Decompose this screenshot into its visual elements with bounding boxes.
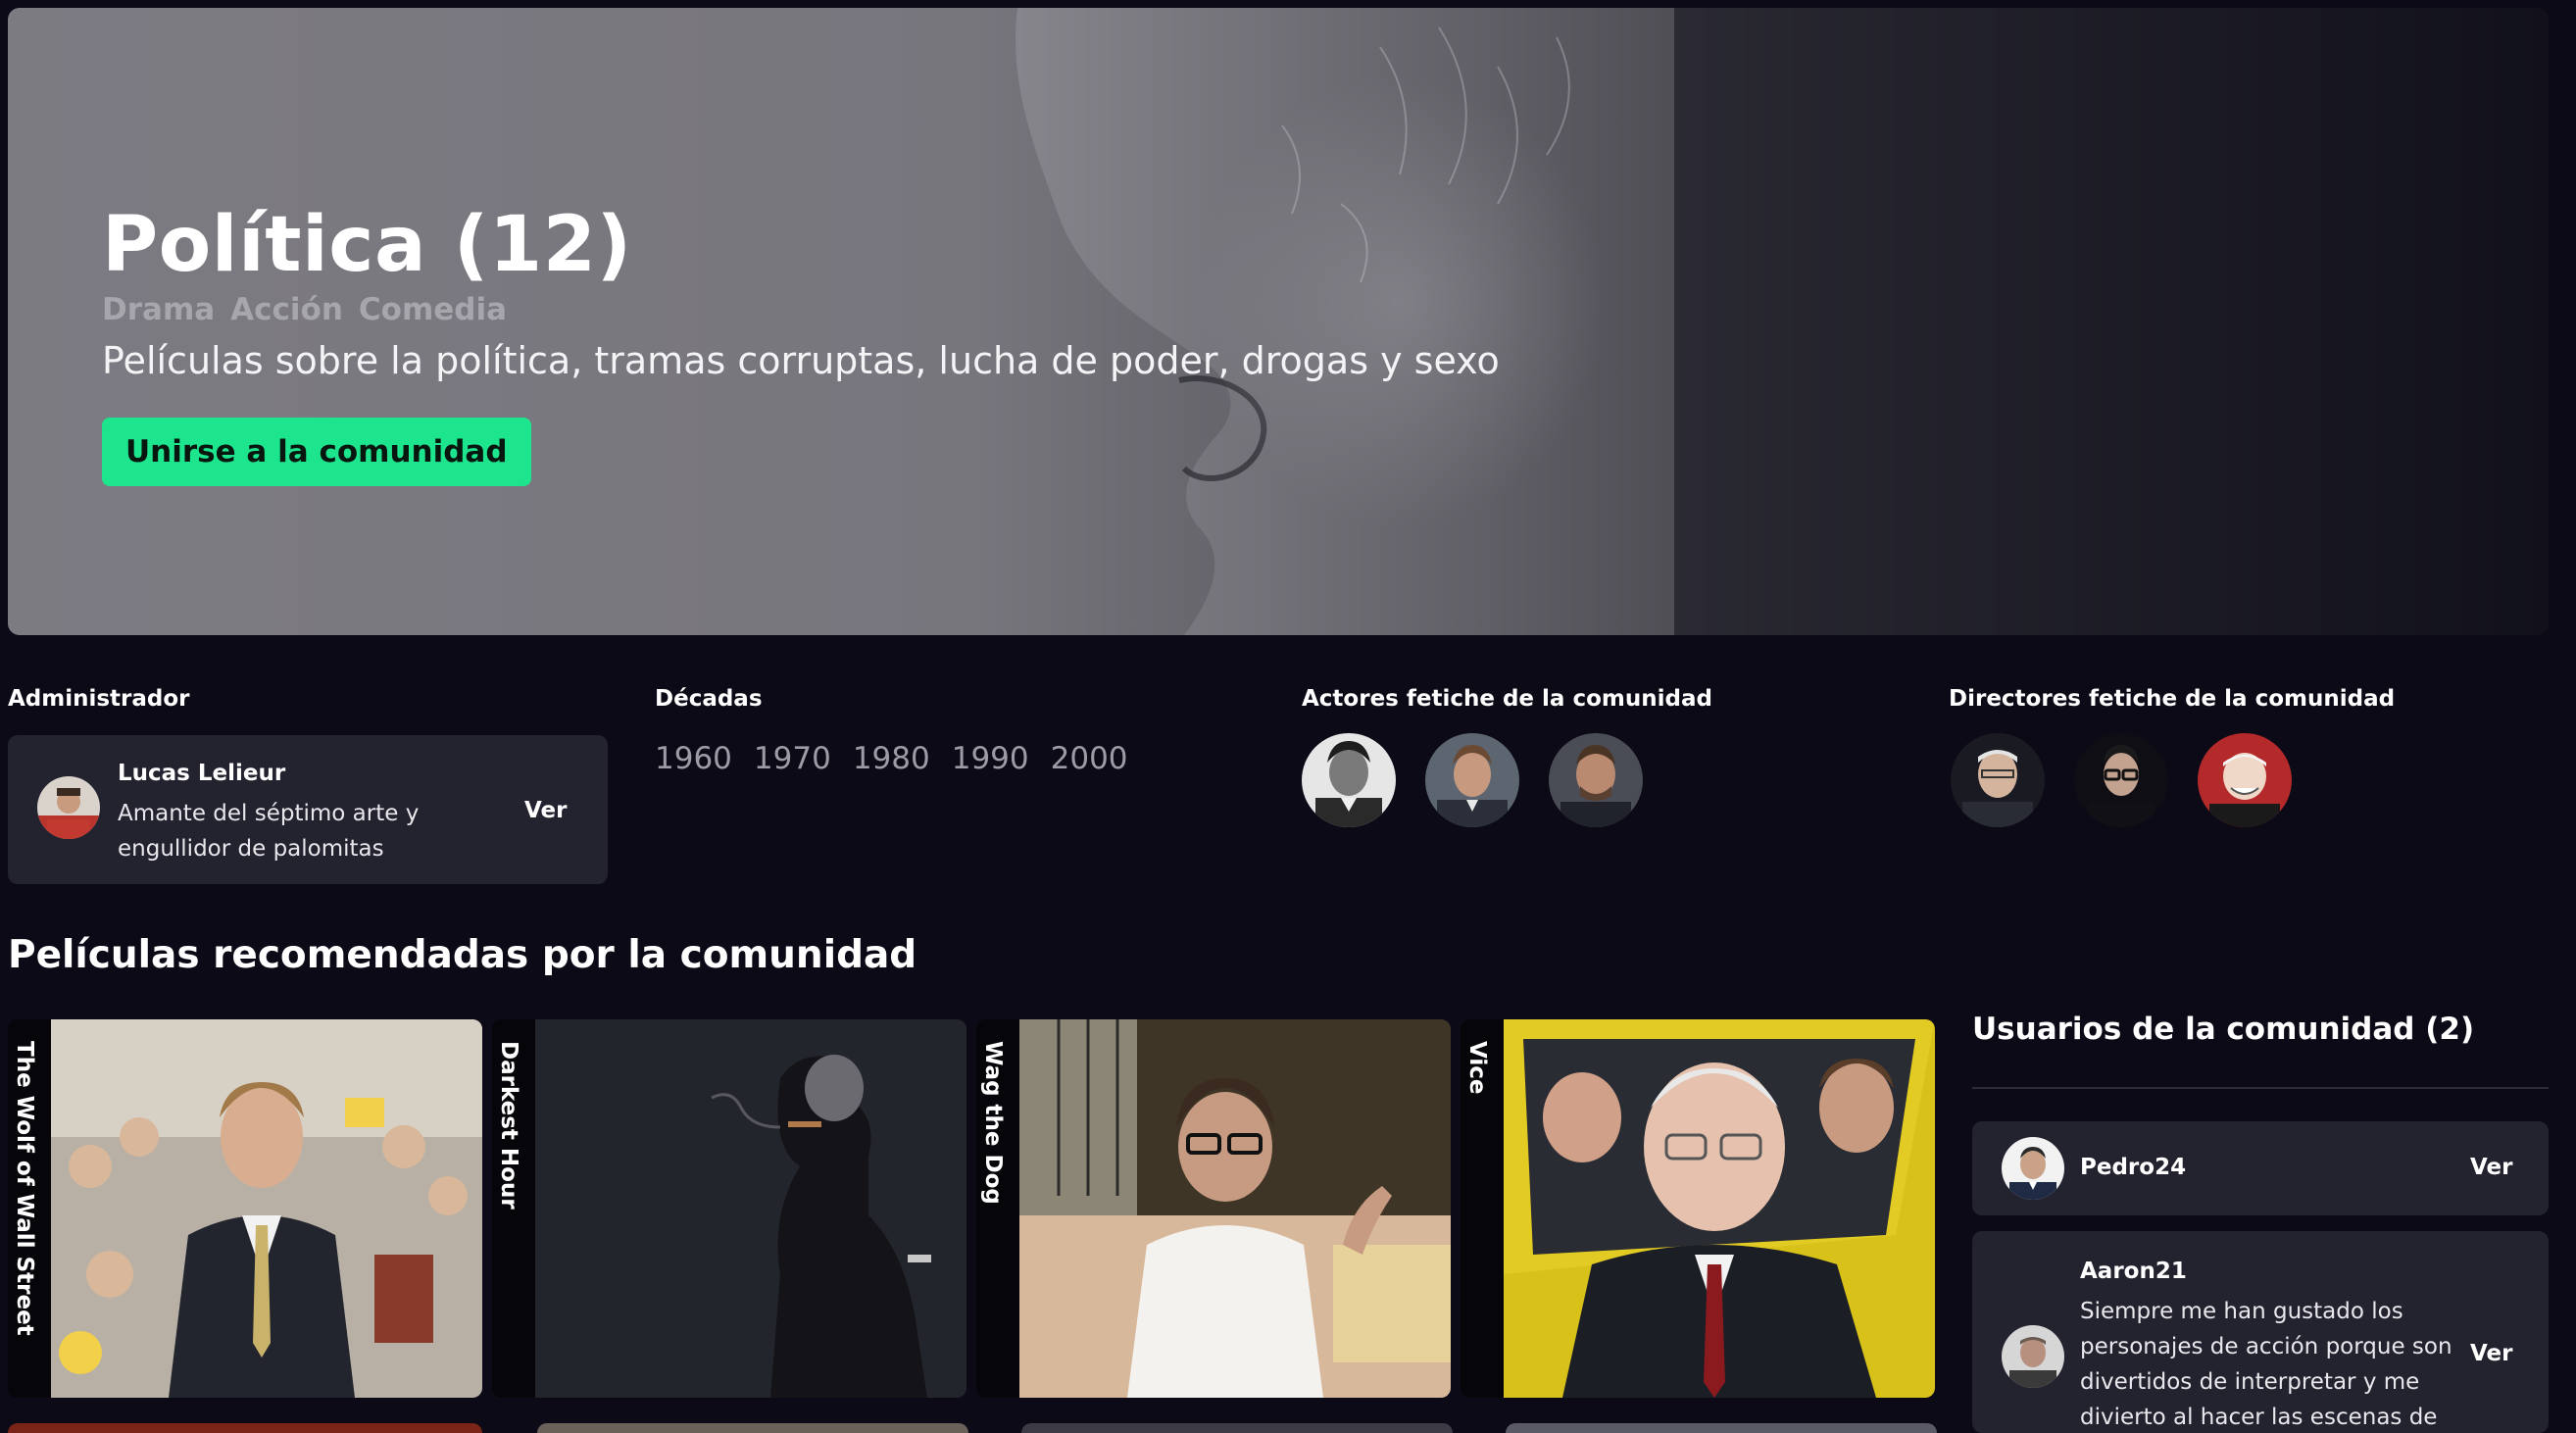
decade-item[interactable]: 1980 — [853, 741, 930, 776]
movie-card[interactable]: Wag the Dog — [976, 1019, 1451, 1398]
movie-card — [1506, 1423, 1937, 1433]
decades-list: 1960 1970 1980 1990 2000 — [655, 741, 1128, 776]
movie-title: Wag the Dog — [980, 1041, 1006, 1205]
view-admin-button[interactable]: Ver — [524, 798, 567, 823]
movie-poster — [1504, 1019, 1935, 1398]
actor-avatar[interactable] — [1302, 733, 1396, 827]
director-avatar[interactable] — [2074, 733, 2168, 827]
admin-section-label: Administrador — [8, 686, 190, 712]
director-avatar[interactable] — [2198, 733, 2292, 827]
movie-card — [8, 1423, 482, 1433]
movie-poster — [1019, 1019, 1451, 1398]
user-card: Pedro24 Ver — [1972, 1121, 2549, 1215]
director-avatar[interactable] — [1951, 733, 2045, 827]
movie-card — [537, 1423, 968, 1433]
genre-tag: Drama — [102, 291, 216, 327]
movie-title-label: Wag the Dog — [976, 1019, 1019, 1398]
actor-avatar[interactable] — [1425, 733, 1519, 827]
movie-card[interactable]: Vice — [1461, 1019, 1935, 1398]
admin-card: Lucas Lelieur Amante del séptimo arte y … — [8, 735, 608, 884]
movie-title-label: Vice — [1461, 1019, 1504, 1398]
movie-title: The Wolf of Wall Street — [12, 1041, 37, 1336]
join-community-button[interactable]: Unirse a la comunidad — [102, 417, 531, 486]
movie-title-label: The Wolf of Wall Street — [8, 1019, 51, 1398]
directors-section-label: Directores fetiche de la comunidad — [1949, 686, 2396, 712]
user-name: Pedro24 — [2080, 1155, 2187, 1180]
actors-section-label: Actores fetiche de la comunidad — [1302, 686, 1712, 712]
user-name: Aaron21 — [2080, 1259, 2187, 1284]
movie-card — [1021, 1423, 1453, 1433]
admin-name: Lucas Lelieur — [118, 761, 286, 786]
decade-item[interactable]: 2000 — [1051, 741, 1128, 776]
avatar — [2002, 1137, 2064, 1200]
movie-poster — [535, 1019, 966, 1398]
actor-avatar[interactable] — [1549, 733, 1643, 827]
avatar — [37, 776, 100, 839]
movie-card[interactable]: The Wolf of Wall Street — [8, 1019, 482, 1398]
movie-title: Darkest Hour — [496, 1041, 521, 1210]
decade-item[interactable]: 1970 — [754, 741, 831, 776]
movie-card[interactable]: Darkest Hour — [492, 1019, 966, 1398]
community-description: Películas sobre la política, tramas corr… — [102, 338, 1500, 382]
user-bio: Siempre me han gustado los personajes de… — [2080, 1299, 2452, 1430]
community-title: Política (12) — [102, 201, 632, 289]
genre-tag: Acción — [230, 291, 343, 327]
view-user-button[interactable]: Ver — [2470, 1341, 2512, 1366]
genre-list: Drama Acción Comedia — [102, 292, 1500, 327]
decade-item[interactable]: 1990 — [952, 741, 1029, 776]
actors-list — [1302, 733, 1643, 827]
hero-banner: Política (12) Drama Acción Comedia Pelíc… — [8, 8, 2549, 635]
decade-item[interactable]: 1960 — [655, 741, 732, 776]
avatar — [2002, 1325, 2064, 1388]
view-user-button[interactable]: Ver — [2470, 1155, 2512, 1180]
divider — [1972, 1087, 2549, 1089]
directors-list — [1951, 733, 2292, 827]
movie-title-label: Darkest Hour — [492, 1019, 535, 1398]
decades-section-label: Décadas — [655, 686, 763, 712]
hero-content: Política (12) Drama Acción Comedia Pelíc… — [102, 201, 1500, 486]
recommended-section-title: Películas recomendadas por la comunidad — [8, 933, 917, 977]
genre-tag: Comedia — [358, 291, 508, 327]
community-users-title: Usuarios de la comunidad (2) — [1972, 1012, 2475, 1047]
movie-title: Vice — [1464, 1041, 1490, 1095]
movie-poster — [51, 1019, 482, 1398]
user-card: Aaron21 Siempre me han gustado los perso… — [1972, 1231, 2549, 1433]
admin-bio: Amante del séptimo arte y engullidor de … — [118, 801, 420, 862]
